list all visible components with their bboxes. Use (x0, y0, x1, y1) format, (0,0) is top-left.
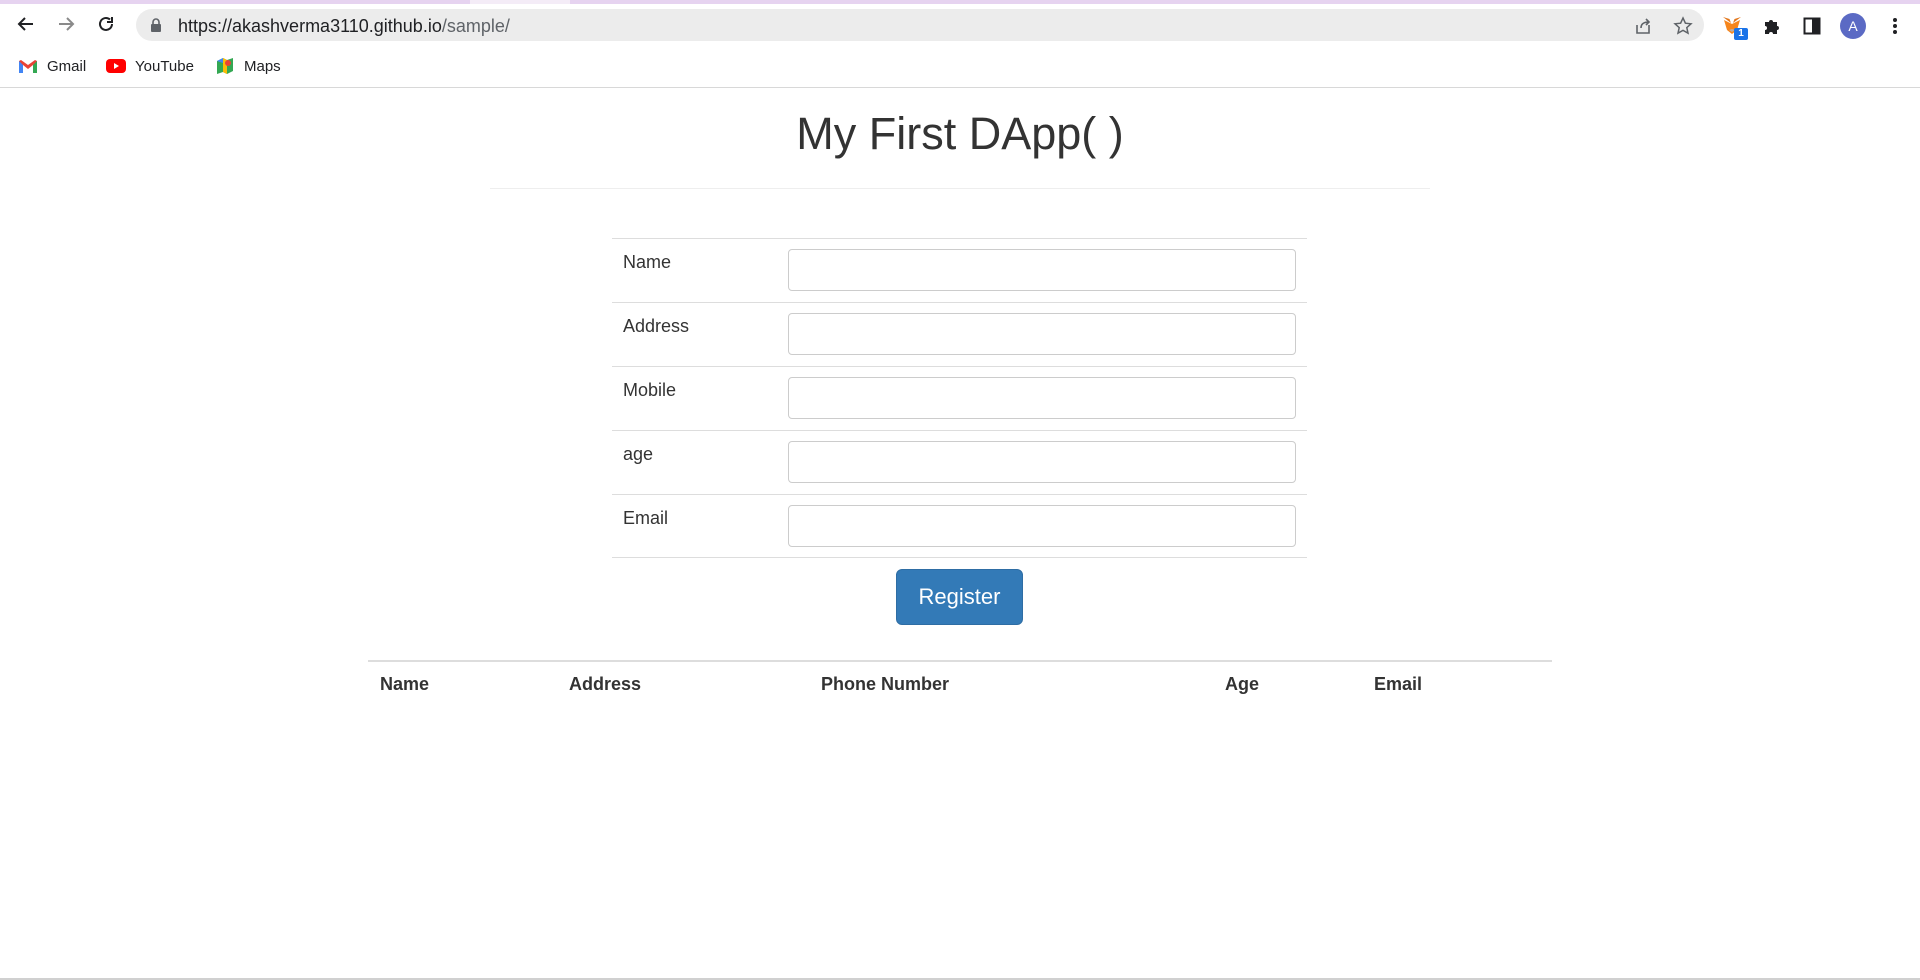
browser-menu-button[interactable] (1883, 14, 1907, 38)
side-panel-button[interactable] (1800, 14, 1824, 38)
bookmark-label: YouTube (135, 57, 194, 75)
field-label: Mobile (623, 380, 677, 400)
name-input[interactable] (788, 249, 1296, 291)
bookmark-maps[interactable]: Maps (215, 55, 281, 77)
bookmark-label: Gmail (47, 57, 87, 75)
maps-icon (215, 58, 235, 74)
form-row-age: age (612, 430, 1307, 495)
title-divider (490, 188, 1430, 189)
bookmark-star-button[interactable] (1672, 15, 1694, 37)
youtube-icon (106, 58, 126, 74)
metamask-extension-button[interactable]: 1 (1720, 14, 1748, 40)
forward-arrow-icon (59, 17, 75, 31)
bookmark-gmail[interactable]: Gmail (18, 55, 86, 77)
address-input[interactable] (788, 313, 1296, 355)
puzzle-icon (1765, 20, 1779, 34)
back-button[interactable] (12, 10, 40, 38)
lock-icon (151, 18, 161, 32)
field-label: Address (623, 316, 690, 336)
kebab-menu-icon (1893, 18, 1897, 34)
table-top-border (368, 660, 1552, 662)
mobile-input[interactable] (788, 377, 1296, 419)
gmail-icon (18, 58, 38, 74)
reload-icon (99, 16, 113, 31)
column-header-age: Age (1225, 674, 1260, 694)
reload-button[interactable] (92, 10, 120, 38)
column-header-email: Email (1374, 674, 1423, 694)
bookmark-youtube[interactable]: YouTube (106, 55, 194, 77)
form-bottom-border (612, 557, 1307, 558)
extension-badge: 1 (1734, 28, 1748, 40)
age-input[interactable] (788, 441, 1296, 483)
field-label: Email (623, 508, 669, 528)
side-panel-icon (1803, 17, 1821, 35)
field-label: Name (623, 252, 672, 272)
column-header-phone: Phone Number (821, 674, 950, 694)
share-button[interactable] (1632, 15, 1654, 37)
bookmark-label: Maps (244, 57, 281, 75)
field-label: age (623, 444, 654, 464)
browser-toolbar: https://akashverma3110.github.io/sample/… (0, 4, 1920, 45)
email-input[interactable] (788, 505, 1296, 547)
share-icon (1636, 18, 1651, 34)
back-arrow-icon (17, 17, 33, 31)
profile-avatar[interactable]: A (1840, 13, 1866, 39)
form-row-mobile: Mobile (612, 366, 1307, 431)
form-row-email: Email (612, 494, 1307, 559)
bookmarks-bar: Gmail YouTube Maps (0, 45, 1920, 88)
page-title: My First DApp( ) (796, 108, 1124, 159)
forward-button[interactable] (52, 10, 80, 38)
form-row-name: Name (612, 238, 1307, 303)
star-icon (1673, 16, 1693, 35)
column-header-name: Name (380, 674, 430, 694)
column-header-address: Address (569, 674, 642, 694)
url-text: https://akashverma3110.github.io/sample/ (178, 16, 510, 36)
address-bar[interactable]: https://akashverma3110.github.io/sample/ (136, 9, 1704, 41)
form-row-address: Address (612, 302, 1307, 367)
register-button[interactable]: Register (896, 569, 1023, 625)
extensions-button[interactable] (1760, 14, 1784, 38)
